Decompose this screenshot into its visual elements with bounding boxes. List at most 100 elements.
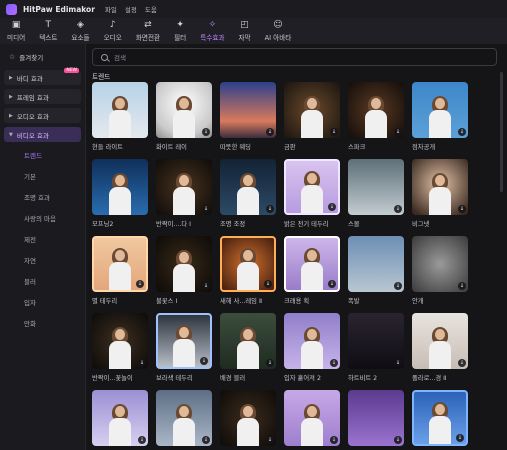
- menu-help[interactable]: 도움: [145, 4, 157, 14]
- sidebar-subitem[interactable]: 제전: [4, 230, 81, 251]
- download-icon[interactable]: ↓: [330, 436, 338, 444]
- download-icon[interactable]: ↓: [394, 359, 402, 367]
- download-icon[interactable]: ↓: [138, 359, 146, 367]
- effect-card[interactable]: ↓ 점차공개: [412, 82, 468, 151]
- download-icon[interactable]: ↓: [264, 280, 272, 288]
- download-icon[interactable]: ↓: [394, 205, 402, 213]
- effect-thumbnail[interactable]: ↓: [412, 390, 468, 446]
- effect-card[interactable]: ↓: [348, 390, 404, 450]
- download-icon[interactable]: ↓: [136, 280, 144, 288]
- sidebar-subitem[interactable]: 사랑의 마음: [4, 209, 81, 230]
- effect-thumbnail[interactable]: ↓: [156, 390, 212, 446]
- effect-card[interactable]: ↓ 반짝이...꽃놀이: [92, 313, 148, 382]
- download-icon[interactable]: ↓: [458, 128, 466, 136]
- effect-card[interactable]: ↓ 스몰: [348, 159, 404, 228]
- effect-thumbnail[interactable]: ↓: [220, 82, 276, 138]
- effect-thumbnail[interactable]: [92, 82, 148, 138]
- download-icon[interactable]: ↓: [202, 128, 210, 136]
- download-icon[interactable]: ↓: [394, 282, 402, 290]
- effect-card[interactable]: ↓ 안개: [412, 236, 468, 305]
- sidebar-subitem[interactable]: 트렌드: [4, 146, 81, 167]
- sidebar-favorites[interactable]: ☆ 즐겨찾기: [4, 49, 81, 64]
- effect-card[interactable]: ↓ 밝은 전기 테두리: [284, 159, 340, 228]
- tab-effects[interactable]: ✧ 특수효과: [193, 18, 231, 44]
- effect-card[interactable]: ↓ 크래용 획: [284, 236, 340, 305]
- effect-card[interactable]: ↓: [92, 390, 148, 450]
- sidebar-subitem[interactable]: 입자: [4, 293, 81, 314]
- effect-card[interactable]: 모프닝2: [92, 159, 148, 228]
- sidebar-subitem[interactable]: 블러: [4, 272, 81, 293]
- effect-card[interactable]: ↓ 새해 사...레임 Ⅱ: [220, 236, 276, 305]
- download-icon[interactable]: ↓: [266, 128, 274, 136]
- download-icon[interactable]: ↓: [458, 359, 466, 367]
- grid-scrollbar[interactable]: [500, 72, 503, 192]
- effect-card[interactable]: ↓: [156, 390, 212, 450]
- tab-media[interactable]: ▣ 미디어: [0, 18, 32, 44]
- download-icon[interactable]: ↓: [202, 205, 210, 213]
- sidebar-subitem[interactable]: 만화: [4, 314, 81, 335]
- download-icon[interactable]: ↓: [456, 434, 464, 442]
- effect-thumbnail[interactable]: ↓: [412, 82, 468, 138]
- tab-audio[interactable]: ♪ 오디오: [97, 18, 129, 44]
- download-icon[interactable]: ↓: [202, 436, 210, 444]
- search-bar[interactable]: 검색: [92, 48, 497, 66]
- download-icon[interactable]: ↓: [394, 128, 402, 136]
- effect-card[interactable]: ↓ 화이트 레이: [156, 82, 212, 151]
- effect-card[interactable]: ↓: [412, 390, 468, 450]
- tab-text[interactable]: T 텍스트: [32, 18, 64, 44]
- effect-card[interactable]: ↓ 별 테두리: [92, 236, 148, 305]
- effect-thumbnail[interactable]: ↓: [92, 390, 148, 446]
- effect-thumbnail[interactable]: ↓: [348, 390, 404, 446]
- effect-card[interactable]: ↓ 폴라로...경 Ⅱ: [412, 313, 468, 382]
- sidebar-category[interactable]: ▶ 오디오 효과: [4, 108, 81, 123]
- tab-filter[interactable]: ✦ 필터: [167, 18, 193, 44]
- download-icon[interactable]: ↓: [138, 436, 146, 444]
- effect-thumbnail[interactable]: ↓: [220, 236, 276, 292]
- effect-thumbnail[interactable]: ↓: [284, 82, 340, 138]
- effect-thumbnail[interactable]: ↓: [348, 82, 404, 138]
- effect-card[interactable]: 현들 라이트: [92, 82, 148, 151]
- effect-card[interactable]: ↓ 스파크: [348, 82, 404, 151]
- effect-thumbnail[interactable]: ↓: [412, 313, 468, 369]
- download-icon[interactable]: ↓: [330, 359, 338, 367]
- effect-thumbnail[interactable]: ↓: [284, 236, 340, 292]
- effect-card[interactable]: ↓ 하트비트 2: [348, 313, 404, 382]
- download-icon[interactable]: ↓: [330, 128, 338, 136]
- effect-thumbnail[interactable]: ↓: [284, 313, 340, 369]
- effect-card[interactable]: ↓ 입자 흩어져 2: [284, 313, 340, 382]
- effect-card[interactable]: ↓ 불꽃스 Ⅰ: [156, 236, 212, 305]
- effect-thumbnail[interactable]: ↓: [412, 236, 468, 292]
- download-icon[interactable]: ↓: [266, 359, 274, 367]
- download-icon[interactable]: ↓: [200, 357, 208, 365]
- sidebar-category[interactable]: ▶ 바디 효과 NEW: [4, 68, 81, 85]
- menu-file[interactable]: 파일: [105, 4, 117, 14]
- sidebar-subitem[interactable]: 조명 효과: [4, 188, 81, 209]
- effect-card[interactable]: ↓ 보라색 테두리: [156, 313, 212, 382]
- effect-card[interactable]: ↓ 배경 블러: [220, 313, 276, 382]
- effect-card[interactable]: ↓ 따뜻한 웨딩: [220, 82, 276, 151]
- effect-thumbnail[interactable]: ↓: [156, 82, 212, 138]
- effect-card[interactable]: ↓ 반짝이....다 Ⅰ: [156, 159, 212, 228]
- effect-thumbnail[interactable]: ↓: [348, 313, 404, 369]
- download-icon[interactable]: ↓: [266, 436, 274, 444]
- tab-transition[interactable]: ⇄ 화면전환: [129, 18, 167, 44]
- sidebar-category[interactable]: ▼ 비디오 효과: [4, 127, 81, 142]
- download-icon[interactable]: ↓: [458, 205, 466, 213]
- effect-thumbnail[interactable]: ↓: [220, 390, 276, 446]
- download-icon[interactable]: ↓: [458, 282, 466, 290]
- effect-card[interactable]: ↓ 조명 조정: [220, 159, 276, 228]
- effect-thumbnail[interactable]: ↓: [92, 313, 148, 369]
- effect-thumbnail[interactable]: ↓: [156, 236, 212, 292]
- effect-thumbnail[interactable]: ↓: [92, 236, 148, 292]
- sidebar-subitem[interactable]: 기본: [4, 167, 81, 188]
- effect-thumbnail[interactable]: ↓: [348, 159, 404, 215]
- tab-caption[interactable]: ◰ 자막: [231, 18, 257, 44]
- effect-thumbnail[interactable]: ↓: [348, 236, 404, 292]
- effect-thumbnail[interactable]: ↓: [284, 390, 340, 446]
- effect-thumbnail[interactable]: ↓: [156, 313, 212, 369]
- effect-thumbnail[interactable]: [92, 159, 148, 215]
- effect-card[interactable]: ↓: [284, 390, 340, 450]
- effect-thumbnail[interactable]: ↓: [156, 159, 212, 215]
- download-icon[interactable]: ↓: [266, 205, 274, 213]
- effect-thumbnail[interactable]: ↓: [412, 159, 468, 215]
